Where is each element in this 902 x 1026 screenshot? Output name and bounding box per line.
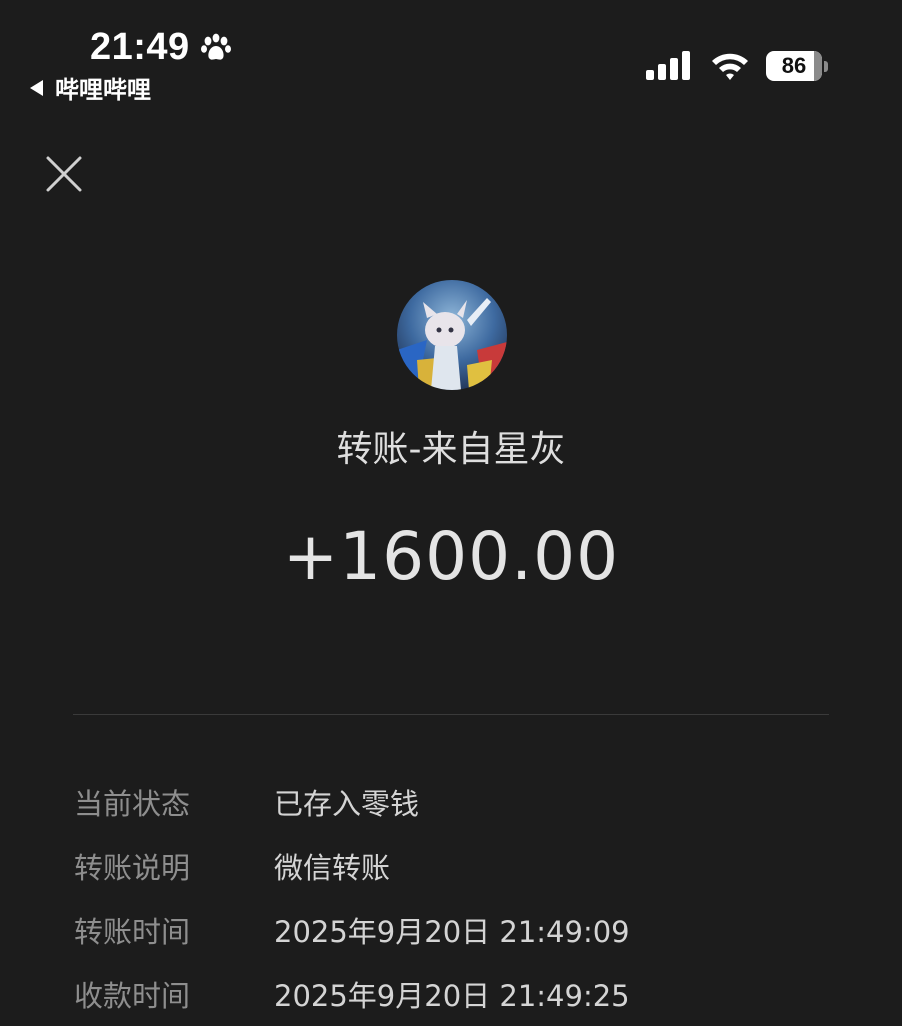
detail-value: 微信转账 [274, 851, 391, 885]
battery-icon: 86 [766, 51, 828, 81]
detail-value: 2025年9月20日 21:49:09 [274, 915, 630, 949]
paw-icon [200, 33, 231, 60]
close-icon[interactable] [44, 154, 84, 194]
sender-avatar[interactable] [397, 280, 507, 390]
battery-body: 86 [766, 51, 822, 81]
back-to-app-button[interactable]: 哔哩哔哩 [30, 70, 151, 105]
detail-row-note: 转账说明 微信转账 [74, 834, 630, 898]
transfer-details: 当前状态 已存入零钱 转账说明 微信转账 转账时间 2025年9月20日 21:… [74, 770, 630, 1026]
transfer-title: 转账-来自星灰 [336, 429, 566, 470]
detail-row-transfer-time: 转账时间 2025年9月20日 21:49:09 [74, 898, 630, 962]
clock-text: 21:49 [90, 26, 190, 68]
detail-label: 转账说明 [74, 851, 191, 885]
detail-value: 已存入零钱 [274, 787, 420, 821]
avatar-image [397, 280, 507, 390]
back-triangle-icon [30, 79, 43, 96]
detail-row-status: 当前状态 已存入零钱 [74, 770, 630, 834]
divider [73, 714, 829, 715]
status-time: 21:49 [90, 26, 232, 69]
wifi-icon [712, 53, 748, 80]
detail-label: 当前状态 [74, 787, 191, 821]
detail-label: 转账时间 [74, 915, 191, 949]
transfer-amount: +1600.00 [282, 518, 620, 595]
battery-percent: 86 [781, 53, 807, 78]
signal-icon [646, 51, 690, 80]
detail-value: 2025年9月20日 21:49:25 [274, 979, 630, 1013]
status-indicators: 86 [646, 50, 828, 82]
battery-nub [824, 60, 828, 72]
back-app-label: 哔哩哔哩 [55, 76, 151, 104]
detail-label: 收款时间 [74, 979, 191, 1013]
detail-row-receive-time: 收款时间 2025年9月20日 21:49:25 [74, 962, 630, 1026]
battery-empty-part [814, 51, 822, 81]
